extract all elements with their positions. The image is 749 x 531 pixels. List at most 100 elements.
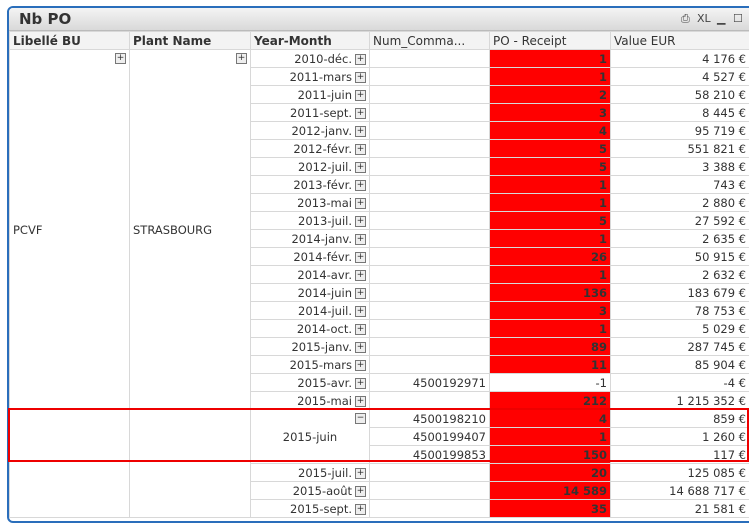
po-receipt-cell-text: 212 <box>582 393 607 408</box>
year-month-cell[interactable]: 2014-janv. + <box>250 229 370 248</box>
value-eur-cell: 78 753 € <box>610 301 749 320</box>
num-commande-cell <box>369 211 490 230</box>
year-month-cell[interactable]: 2015-août + <box>250 481 370 500</box>
expand-icon[interactable]: + <box>355 323 366 335</box>
year-month-cell-text: 2013-févr. <box>293 177 352 192</box>
value-eur-cell: 1 215 352 € <box>610 391 749 410</box>
num-commande-cell <box>369 355 490 374</box>
expand-icon[interactable]: + <box>355 161 366 173</box>
num-commande-cell: 4500199853 <box>369 445 490 464</box>
expand-icon[interactable]: + <box>355 341 366 353</box>
expand-icon[interactable]: + <box>355 143 366 155</box>
expand-icon[interactable]: + <box>355 305 366 317</box>
po-receipt-cell-text: 136 <box>582 285 607 300</box>
expand-icon[interactable]: + <box>236 53 247 64</box>
year-month-cell[interactable]: 2013-juil. + <box>250 211 370 230</box>
expand-icon[interactable]: + <box>355 89 366 101</box>
po-receipt-cell: 11 <box>489 355 611 374</box>
column-header[interactable]: Plant Name <box>129 31 251 50</box>
expand-icon[interactable]: + <box>355 233 366 245</box>
po-receipt-cell-text: 14 589 <box>562 483 607 498</box>
value-eur-cell-text: 183 679 € <box>687 285 746 300</box>
po-receipt-cell: 89 <box>489 337 611 356</box>
year-month-cell[interactable]: 2011-mars + <box>250 67 370 86</box>
year-month-cell[interactable]: 2010-déc. + <box>250 49 370 68</box>
value-eur-cell-text: 1 215 352 € <box>676 393 747 408</box>
year-month-cell-text: 2015-janv. <box>291 339 352 354</box>
expand-icon[interactable]: + <box>115 53 126 64</box>
minimize-icon[interactable]: ▁ <box>717 12 725 25</box>
expand-icon[interactable]: + <box>355 359 366 371</box>
expand-icon[interactable]: + <box>355 395 366 407</box>
po-receipt-cell-text: 3 <box>598 105 607 120</box>
po-receipt-cell-text: 150 <box>582 447 607 462</box>
po-receipt-cell: 1 <box>489 175 611 194</box>
year-month-cell[interactable]: 2011-sept. + <box>250 103 370 122</box>
year-month-cell[interactable]: 2013-mai + <box>250 193 370 212</box>
column-header[interactable]: Year-Month <box>250 31 370 50</box>
po-receipt-cell-text: 1 <box>598 429 607 444</box>
collapse-icon[interactable]: − <box>355 413 366 424</box>
year-month-cell[interactable]: 2014-juin + <box>250 283 370 302</box>
po-receipt-cell: 1 <box>489 193 611 212</box>
expand-icon[interactable]: + <box>355 287 366 299</box>
year-month-cell[interactable]: 2013-févr. + <box>250 175 370 194</box>
num-commande-cell <box>369 319 490 338</box>
expand-icon[interactable]: + <box>355 269 366 281</box>
year-month-cell-text: 2014-févr. <box>293 249 352 264</box>
column-header[interactable]: Libellé BU <box>9 31 130 50</box>
libelle-bu-cell <box>9 409 130 518</box>
year-month-cell[interactable]: 2011-juin + <box>250 85 370 104</box>
year-month-cell-text: 2015-août <box>292 483 352 498</box>
expand-icon[interactable]: + <box>355 215 366 227</box>
year-month-cell[interactable]: 2014-oct. + <box>250 319 370 338</box>
year-month-cell[interactable]: 2015-mai + <box>250 391 370 410</box>
value-eur-cell: 3 388 € <box>610 157 749 176</box>
year-month-cell[interactable]: 2012-janv. + <box>250 121 370 140</box>
value-eur-cell: -4 € <box>610 373 749 392</box>
expand-icon[interactable]: + <box>355 71 366 83</box>
expand-icon[interactable]: + <box>355 251 366 263</box>
year-month-cell-text: 2012-juil. <box>298 159 352 174</box>
year-month-cell[interactable]: 2015-sept. + <box>250 499 370 518</box>
po-receipt-cell: 1 <box>489 265 611 284</box>
value-eur-cell: 743 € <box>610 175 749 194</box>
value-eur-cell-text: 21 581 € <box>694 501 746 516</box>
year-month-cell[interactable]: 2015-mars + <box>250 355 370 374</box>
expand-icon[interactable]: + <box>355 503 366 515</box>
year-month-cell[interactable]: 2014-févr. + <box>250 247 370 266</box>
maximize-icon[interactable]: ☐ <box>733 12 743 25</box>
column-header[interactable]: Value EUR <box>610 31 749 50</box>
year-month-cell-text: 2011-sept. <box>290 105 352 120</box>
xl-icon[interactable]: XL <box>697 12 711 25</box>
year-month-cell-text: 2011-mars <box>289 69 352 84</box>
print-icon[interactable]: ⎙ <box>681 12 690 26</box>
expand-icon[interactable]: + <box>355 107 366 119</box>
year-month-cell[interactable]: 2015-juil. + <box>250 463 370 482</box>
year-month-cell-text: 2015-juin <box>282 429 338 444</box>
year-month-cell[interactable]: 2015-janv. + <box>250 337 370 356</box>
value-eur-cell-text: 2 880 € <box>702 195 746 210</box>
po-receipt-cell: 4 <box>489 121 611 140</box>
po-receipt-cell-text: -1 <box>595 375 607 390</box>
column-header[interactable]: PO - Receipt <box>489 31 611 50</box>
expand-icon[interactable]: + <box>355 53 366 65</box>
year-month-cell[interactable]: 2014-juil. + <box>250 301 370 320</box>
expand-icon[interactable]: + <box>355 377 366 389</box>
expand-icon[interactable]: + <box>355 125 366 137</box>
year-month-cell[interactable]: 2014-avr. + <box>250 265 370 284</box>
expand-icon[interactable]: + <box>355 467 366 479</box>
year-month-cell[interactable]: 2012-juil. + <box>250 157 370 176</box>
year-month-cell-text: 2015-mai <box>297 393 352 408</box>
po-receipt-cell: 150 <box>489 445 611 464</box>
year-month-cell[interactable]: 2012-févr. + <box>250 139 370 158</box>
expand-icon[interactable]: + <box>355 485 366 497</box>
expand-icon[interactable]: + <box>355 197 366 209</box>
expand-icon[interactable]: + <box>355 179 366 191</box>
column-header[interactable]: Num_Comma... <box>369 31 490 50</box>
value-eur-cell: 125 085 € <box>610 463 749 482</box>
po-receipt-cell: 1 <box>489 229 611 248</box>
year-month-cell[interactable]: 2015-juin − <box>250 409 370 464</box>
po-receipt-cell: 5 <box>489 139 611 158</box>
year-month-cell[interactable]: 2015-avr. + <box>250 373 370 392</box>
